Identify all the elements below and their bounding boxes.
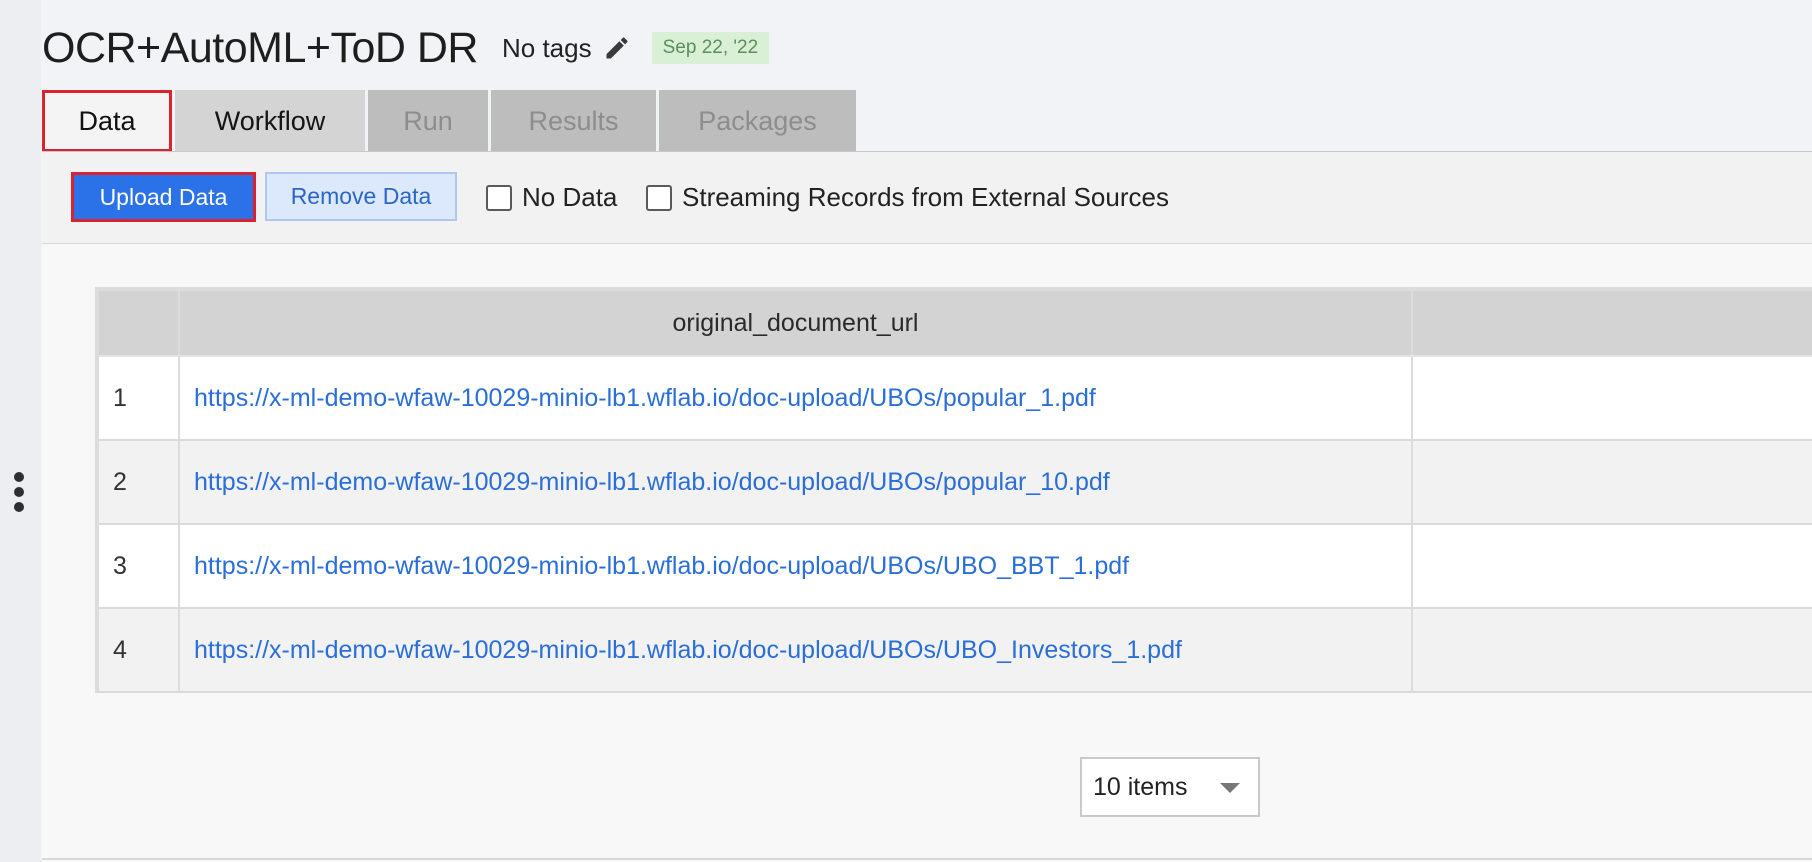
- panel-bottom-divider: [42, 858, 1812, 860]
- row-index: 1: [99, 357, 180, 439]
- table-row: 4 https://x-ml-demo-wfaw-10029-minio-lb1…: [99, 609, 1812, 693]
- pencil-icon-svg: [606, 37, 628, 59]
- tab-results[interactable]: Results: [491, 90, 656, 152]
- upload-data-button[interactable]: Upload Data: [71, 172, 256, 222]
- column-header-empty: [1413, 291, 1812, 355]
- index-column-header: [99, 291, 180, 355]
- empty-cell: [1413, 609, 1812, 691]
- tags-label: No tags: [502, 32, 592, 63]
- data-table: original_document_url 1 https://x-ml-dem…: [95, 287, 1812, 693]
- page-size-value: 10 items: [1093, 772, 1188, 801]
- table-row: 2 https://x-ml-demo-wfaw-10029-minio-lb1…: [99, 441, 1812, 525]
- pencil-icon[interactable]: [602, 33, 632, 63]
- tab-bar: Data Workflow Run Results Packages: [42, 90, 859, 152]
- tab-workflow[interactable]: Workflow: [175, 90, 365, 152]
- date-badge: Sep 22, '22: [651, 32, 770, 64]
- no-data-label: No Data: [522, 182, 618, 212]
- table-row: 1 https://x-ml-demo-wfaw-10029-minio-lb1…: [99, 357, 1812, 441]
- row-index: 2: [99, 441, 180, 523]
- data-panel: Upload Data Remove Data No Data Streamin…: [42, 152, 1812, 862]
- tab-packages[interactable]: Packages: [659, 90, 856, 152]
- column-header-original-document-url[interactable]: original_document_url: [180, 291, 1413, 355]
- document-url-link[interactable]: https://x-ml-demo-wfaw-10029-minio-lb1.w…: [194, 468, 1110, 497]
- empty-cell: [1413, 525, 1812, 607]
- url-cell: https://x-ml-demo-wfaw-10029-minio-lb1.w…: [180, 357, 1413, 439]
- no-data-checkbox-box[interactable]: [486, 184, 512, 211]
- document-url-link[interactable]: https://x-ml-demo-wfaw-10029-minio-lb1.w…: [194, 552, 1129, 581]
- project-title: OCR+AutoML+ToD DR: [42, 23, 479, 72]
- table-row: 3 https://x-ml-demo-wfaw-10029-minio-lb1…: [99, 525, 1812, 609]
- url-cell: https://x-ml-demo-wfaw-10029-minio-lb1.w…: [180, 525, 1413, 607]
- tab-run[interactable]: Run: [368, 90, 488, 152]
- chevron-down-icon[interactable]: [1220, 783, 1240, 793]
- row-index: 4: [99, 609, 180, 691]
- more-vertical-icon[interactable]: [12, 472, 26, 512]
- url-cell: https://x-ml-demo-wfaw-10029-minio-lb1.w…: [180, 441, 1413, 523]
- remove-data-button[interactable]: Remove Data: [265, 172, 457, 221]
- document-url-link[interactable]: https://x-ml-demo-wfaw-10029-minio-lb1.w…: [194, 636, 1182, 665]
- table-header-row: original_document_url: [99, 291, 1812, 357]
- data-toolbar: Upload Data Remove Data No Data Streamin…: [42, 152, 1812, 244]
- url-cell: https://x-ml-demo-wfaw-10029-minio-lb1.w…: [180, 609, 1413, 691]
- row-index: 3: [99, 525, 180, 607]
- empty-cell: [1413, 441, 1812, 523]
- project-header: OCR+AutoML+ToD DR No tags Sep 22, '22: [42, 18, 770, 78]
- tab-data[interactable]: Data: [42, 90, 172, 152]
- streaming-records-label: Streaming Records from External Sources: [682, 182, 1169, 212]
- no-data-checkbox[interactable]: No Data: [486, 182, 617, 213]
- document-url-link[interactable]: https://x-ml-demo-wfaw-10029-minio-lb1.w…: [194, 384, 1096, 413]
- empty-cell: [1413, 357, 1812, 439]
- page-size-select[interactable]: 10 items: [1080, 757, 1260, 817]
- streaming-records-checkbox[interactable]: Streaming Records from External Sources: [646, 182, 1169, 213]
- left-rail: [0, 0, 41, 862]
- streaming-records-checkbox-box[interactable]: [646, 184, 672, 211]
